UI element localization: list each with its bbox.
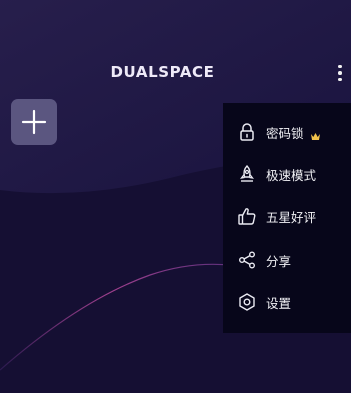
more-vertical-icon — [338, 64, 342, 69]
rocket-icon — [237, 164, 257, 184]
thumbs-up-icon — [237, 206, 257, 226]
menu-item-label: 设置 — [266, 295, 292, 311]
settings-icon — [237, 292, 257, 312]
menu-item-label: 五星好评 — [266, 209, 317, 225]
menu-item-password-lock[interactable]: 密码锁 — [223, 111, 351, 153]
plus-icon — [21, 109, 47, 135]
menu-item-five-star-rating[interactable]: 五星好评 — [223, 195, 351, 237]
menu-item-settings[interactable]: 设置 — [223, 281, 351, 323]
add-app-button[interactable] — [11, 99, 57, 145]
share-icon — [237, 250, 257, 270]
menu-item-speed-mode[interactable]: 极速模式 — [223, 153, 351, 195]
crown-icon — [310, 126, 321, 145]
menu-item-share[interactable]: 分享 — [223, 239, 351, 281]
more-options-button[interactable] — [330, 60, 350, 86]
app-logo: DUALSPACE — [110, 63, 215, 81]
overflow-menu: 密码锁 极速模式 五星好评 分享 设置 — [223, 103, 351, 333]
lock-icon — [237, 122, 257, 142]
menu-item-label: 极速模式 — [266, 167, 317, 183]
menu-item-label: 密码锁 — [266, 125, 304, 141]
menu-item-label: 分享 — [266, 253, 292, 269]
